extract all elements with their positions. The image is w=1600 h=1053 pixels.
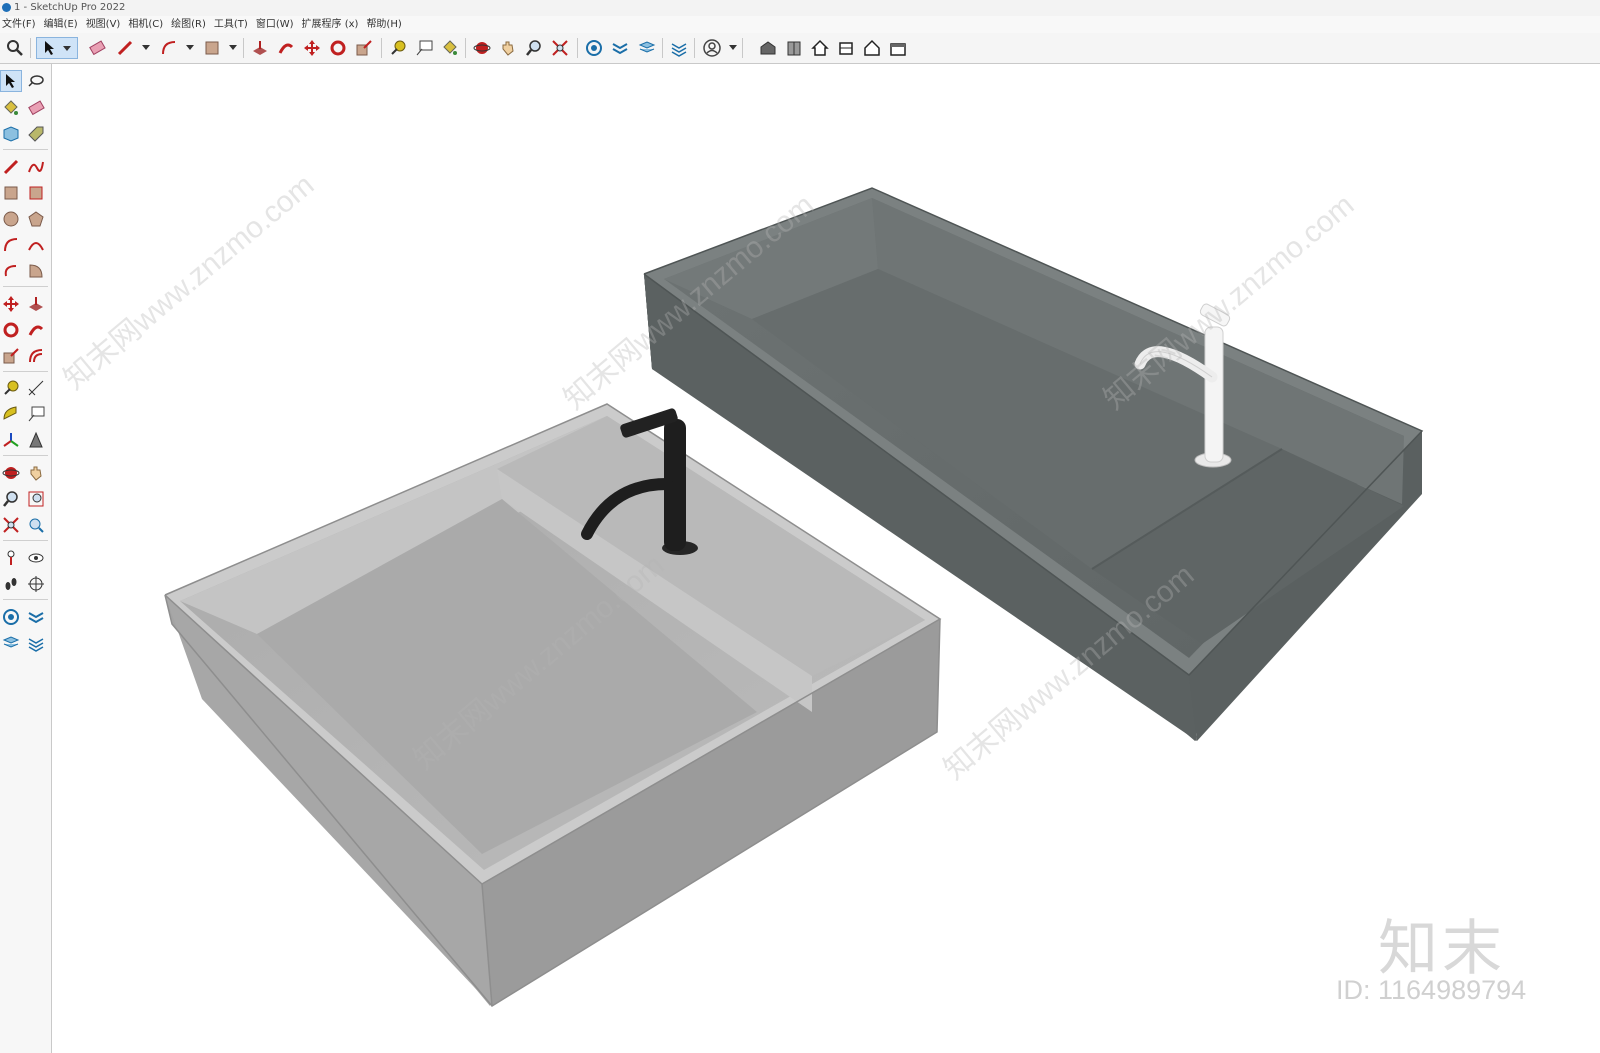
- outliner-icon[interactable]: [583, 37, 605, 59]
- move-icon[interactable]: [301, 37, 323, 59]
- zoom-window-icon[interactable]: [25, 488, 47, 510]
- account-dropdown-icon[interactable]: [729, 45, 737, 50]
- menu-extensions[interactable]: 扩展程序 (x): [300, 16, 365, 33]
- tags-tool-icon[interactable]: [25, 632, 47, 654]
- rectangle-dropdown-icon[interactable]: [229, 45, 237, 50]
- outliner-tool-icon[interactable]: [0, 606, 22, 628]
- sandbox-tool-icon[interactable]: [25, 606, 47, 628]
- lasso-select-icon[interactable]: [25, 70, 47, 92]
- layers-icon[interactable]: [636, 37, 658, 59]
- menu-view[interactable]: 视图(V): [84, 16, 127, 33]
- polygon-tool-icon[interactable]: [25, 208, 47, 230]
- axes-tool-icon[interactable]: [0, 429, 22, 451]
- push-pull-tool-icon[interactable]: [25, 293, 47, 315]
- scale-tool-icon[interactable]: [0, 345, 22, 367]
- tape-measure-tool-icon[interactable]: [0, 377, 22, 399]
- sketchup-app-icon: [2, 3, 11, 12]
- tag-tool-icon[interactable]: [25, 123, 47, 145]
- three-point-arc-icon[interactable]: [0, 260, 22, 282]
- orbit-icon[interactable]: [471, 37, 493, 59]
- home-icon[interactable]: [809, 37, 831, 59]
- rectangle-tool-icon[interactable]: [0, 182, 22, 204]
- rotate-icon[interactable]: [327, 37, 349, 59]
- arc-tool-icon[interactable]: [0, 234, 22, 256]
- light-basin[interactable]: [164, 403, 942, 1007]
- zoom-tool-left-icon[interactable]: [0, 488, 22, 510]
- model-viewport[interactable]: 知末网www.znzmo.com 知末网www.znzmo.com 知末网www…: [52, 64, 1600, 1053]
- freehand-icon[interactable]: [25, 156, 47, 178]
- two-point-arc-icon[interactable]: [25, 234, 47, 256]
- paint-bucket-icon[interactable]: [439, 37, 461, 59]
- text-tool-icon[interactable]: [25, 403, 47, 425]
- orbit-tool-icon[interactable]: [0, 462, 22, 484]
- make-component-icon[interactable]: [0, 123, 22, 145]
- protractor-tool-icon[interactable]: [0, 403, 22, 425]
- menu-draw[interactable]: 绘图(R): [169, 16, 212, 33]
- pie-tool-icon[interactable]: [25, 260, 47, 282]
- offset-tool-icon[interactable]: [25, 345, 47, 367]
- dimension-tool-icon[interactable]: [25, 377, 47, 399]
- walk-icon[interactable]: [0, 573, 22, 595]
- text-icon[interactable]: [413, 37, 435, 59]
- zoom-extents-tool-icon[interactable]: [0, 514, 22, 536]
- eraser-icon[interactable]: [86, 37, 108, 59]
- extension-icon[interactable]: [783, 37, 805, 59]
- brand-watermark: 知末: [1378, 914, 1506, 984]
- menu-camera[interactable]: 相机(C): [126, 16, 169, 33]
- rectangle-icon[interactable]: [201, 37, 223, 59]
- components-icon[interactable]: [835, 37, 857, 59]
- move-tool-icon[interactable]: [0, 293, 22, 315]
- menu-bar: 文件(F) 编辑(E) 视图(V) 相机(C) 绘图(R) 工具(T) 窗口(W…: [0, 16, 1600, 33]
- pan-icon[interactable]: [497, 37, 519, 59]
- arc-icon[interactable]: [158, 37, 180, 59]
- menu-file[interactable]: 文件(F): [0, 16, 42, 33]
- eraser-tool-icon[interactable]: [25, 97, 47, 119]
- push-pull-icon[interactable]: [249, 37, 271, 59]
- warehouse-icon[interactable]: [757, 37, 779, 59]
- pan-tool-icon[interactable]: [25, 462, 47, 484]
- section-plane-icon[interactable]: [25, 573, 47, 595]
- sandbox-icon[interactable]: [609, 37, 631, 59]
- 3d-text-icon[interactable]: [25, 429, 47, 451]
- tags-icon[interactable]: [668, 37, 690, 59]
- model-id-watermark: ID: 1164989794: [1336, 975, 1527, 1005]
- pencil-dropdown-icon[interactable]: [142, 45, 150, 50]
- building-icon[interactable]: [887, 37, 909, 59]
- line-tool-icon[interactable]: [0, 156, 22, 178]
- house-outline-icon[interactable]: [861, 37, 883, 59]
- look-around-icon[interactable]: [25, 547, 47, 569]
- follow-me-icon[interactable]: [275, 37, 297, 59]
- paint-tool-icon[interactable]: [0, 97, 22, 119]
- search-icon[interactable]: [4, 37, 26, 59]
- follow-me-tool-icon[interactable]: [25, 319, 47, 341]
- position-camera-icon[interactable]: [0, 547, 22, 569]
- rotated-rectangle-icon[interactable]: [25, 182, 47, 204]
- pencil-icon[interactable]: [114, 37, 136, 59]
- zoom-extents-icon[interactable]: [549, 37, 571, 59]
- menu-edit[interactable]: 编辑(E): [42, 16, 84, 33]
- select-tool-icon[interactable]: [0, 70, 22, 92]
- menu-help[interactable]: 帮助(H): [364, 16, 407, 33]
- tape-measure-icon[interactable]: [387, 37, 409, 59]
- window-title: 1 - SketchUp Pro 2022: [14, 2, 126, 13]
- arc-dropdown-icon[interactable]: [186, 45, 194, 50]
- rotate-tool-icon[interactable]: [0, 319, 22, 341]
- menu-window[interactable]: 窗口(W): [254, 16, 300, 33]
- select-icon[interactable]: [36, 37, 78, 59]
- layers-tool-icon[interactable]: [0, 632, 22, 654]
- title-bar: 1 - SketchUp Pro 2022: [0, 0, 1600, 16]
- account-icon[interactable]: [701, 37, 723, 59]
- scale-icon[interactable]: [353, 37, 375, 59]
- left-toolbar: [0, 64, 52, 1053]
- zoom-tool-icon[interactable]: [523, 37, 545, 59]
- previous-view-icon[interactable]: [25, 514, 47, 536]
- menu-tools[interactable]: 工具(T): [212, 16, 254, 33]
- circle-tool-icon[interactable]: [0, 208, 22, 230]
- main-toolbar: [0, 33, 1600, 64]
